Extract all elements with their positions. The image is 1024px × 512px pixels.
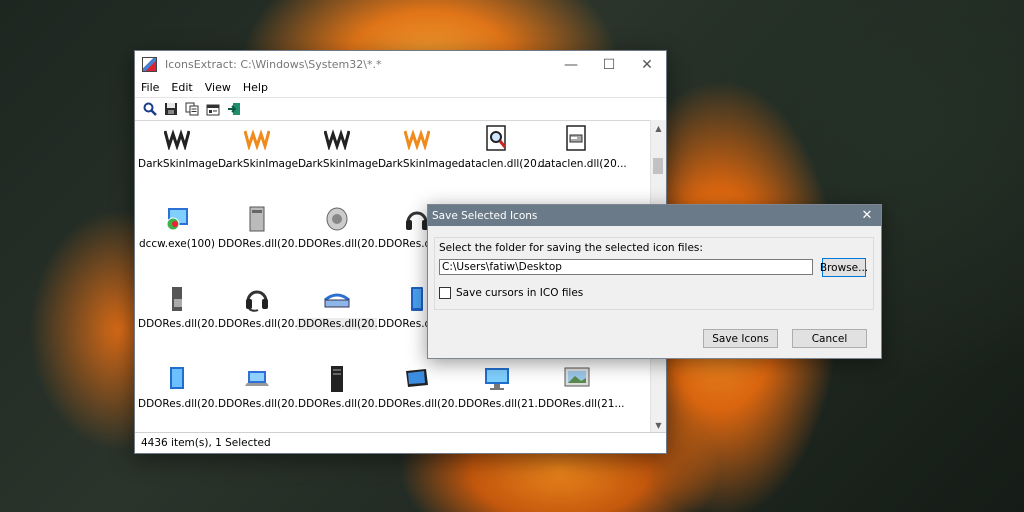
icon-list-item[interactable]: dataclen.dll(20...	[457, 123, 547, 170]
color-calibration-icon	[161, 203, 193, 235]
close-button[interactable]: ✕	[628, 51, 666, 78]
display-icon	[481, 363, 513, 395]
icon-item-label: DarkSkinImage...	[378, 158, 469, 170]
dialog-title: Save Selected Icons	[432, 209, 538, 222]
save-cursors-label[interactable]: Save cursors in ICO files	[456, 287, 583, 299]
status-bar: 4436 item(s), 1 Selected	[135, 432, 666, 453]
waves-orange-icon	[241, 123, 273, 155]
icon-item-label: DDORes.dll(20...	[218, 318, 305, 330]
menu-help[interactable]: Help	[243, 81, 274, 94]
toolbar	[135, 97, 666, 121]
icon-item-label: dccw.exe(100)	[138, 238, 216, 250]
app-icon	[142, 57, 157, 72]
save-cursors-checkbox[interactable]	[439, 287, 451, 299]
server-icon	[321, 363, 353, 395]
headset-icon	[241, 283, 273, 315]
icon-list-item[interactable]: DarkSkinImage...	[377, 123, 469, 170]
menu-edit[interactable]: Edit	[171, 81, 198, 94]
icon-item-label: dataclen.dll(20...	[458, 158, 547, 170]
icon-list-item[interactable]: dataclen.dll(20...	[537, 123, 627, 170]
dialog-close-button[interactable]: ✕	[853, 205, 881, 226]
scanner-icon	[321, 283, 353, 315]
menu-view[interactable]: View	[205, 81, 237, 94]
icon-list-item[interactable]: dccw.exe(100)	[137, 203, 217, 250]
icon-item-label: DDORes.dll(20...	[378, 398, 465, 410]
folder-prompt: Select the folder for saving the selecte…	[439, 242, 703, 254]
icon-list-item[interactable]: DDORes.dll(20...	[137, 363, 225, 410]
icon-item-label: DDORes.dll(21...	[458, 398, 545, 410]
save-icon[interactable]	[162, 100, 180, 118]
maximize-button[interactable]: ☐	[590, 51, 628, 78]
scroll-up-icon[interactable]: ▲	[651, 120, 666, 136]
icon-list-item[interactable]: DDORes.dll(20...	[217, 363, 305, 410]
icon-list-item[interactable]: DarkSkinImage...	[137, 123, 229, 170]
icon-item-label: DarkSkinImage...	[218, 158, 309, 170]
audio-device-icon	[161, 283, 193, 315]
waves-dark-icon	[321, 123, 353, 155]
waves-dark-icon	[161, 123, 193, 155]
icon-list-item[interactable]: DDORes.dll(20...	[217, 283, 305, 330]
save-selected-icons-dialog: Save Selected Icons ✕ Select the folder …	[427, 204, 882, 359]
dialog-title-bar[interactable]: Save Selected Icons ✕	[428, 205, 881, 226]
copy-icon[interactable]	[183, 100, 201, 118]
icon-item-label: dataclen.dll(20...	[538, 158, 627, 170]
pc-tower-icon	[241, 203, 273, 235]
menu-bar: File Edit View Help	[135, 78, 666, 97]
icon-list-item[interactable]: DDORes.dll(20...	[297, 283, 385, 330]
icon-list-item[interactable]: DDORes.dll(20...	[217, 203, 305, 250]
search-icon[interactable]	[141, 100, 159, 118]
title-bar[interactable]: IconsExtract: C:\Windows\System32\*.* — …	[135, 51, 666, 78]
icon-list-item[interactable]: DDORes.dll(20...	[297, 203, 385, 250]
speaker-icon	[321, 203, 353, 235]
laptop-icon	[241, 363, 273, 395]
save-icons-button[interactable]: Save Icons	[703, 329, 778, 348]
disk-drive-icon	[561, 123, 593, 155]
icon-item-label: DarkSkinImage...	[138, 158, 229, 170]
icon-list-item[interactable]: DDORes.dll(21...	[457, 363, 545, 410]
dialog-group: Select the folder for saving the selecte…	[434, 237, 874, 310]
tablet-pc-icon	[401, 363, 433, 395]
menu-file[interactable]: File	[141, 81, 165, 94]
status-text: 4436 item(s), 1 Selected	[141, 437, 271, 449]
folder-path-input[interactable]	[439, 259, 813, 275]
disk-magnifier-icon	[481, 123, 513, 155]
scroll-down-icon[interactable]: ▼	[651, 417, 666, 433]
icon-item-label: DDORes.dll(20...	[298, 398, 385, 410]
icon-list-item[interactable]: DDORes.dll(21...	[537, 363, 625, 410]
icon-item-label: DDORes.dll(20...	[138, 398, 225, 410]
icon-item-label: DDORes.dll(20...	[297, 318, 385, 330]
icon-item-label: DDORes.dll(20...	[138, 318, 225, 330]
icon-item-label: DDORes.dll(20...	[218, 398, 305, 410]
scroll-thumb[interactable]	[653, 158, 663, 174]
picture-frame-icon	[561, 363, 593, 395]
icon-item-label: DDORes.dll(20...	[218, 238, 305, 250]
icon-list-item[interactable]: DarkSkinImage...	[297, 123, 389, 170]
minimize-button[interactable]: —	[552, 51, 590, 78]
cancel-button[interactable]: Cancel	[792, 329, 867, 348]
icon-list-item[interactable]: DDORes.dll(20...	[297, 363, 385, 410]
icon-list-item[interactable]: DDORes.dll(20...	[377, 363, 465, 410]
icon-list-item[interactable]: DarkSkinImage...	[217, 123, 309, 170]
waves-orange-icon	[401, 123, 433, 155]
properties-icon[interactable]	[204, 100, 222, 118]
icon-item-label: DDORes.dll(21...	[538, 398, 625, 410]
monitor-icon	[161, 363, 193, 395]
window-title: IconsExtract: C:\Windows\System32\*.*	[165, 58, 382, 71]
icon-list-item[interactable]: DDORes.dll(20...	[137, 283, 225, 330]
exit-icon[interactable]	[225, 100, 243, 118]
icon-item-label: DDORes.dll(20...	[298, 238, 385, 250]
icon-item-label: DarkSkinImage...	[298, 158, 389, 170]
browse-button[interactable]: Browse...	[820, 258, 868, 277]
